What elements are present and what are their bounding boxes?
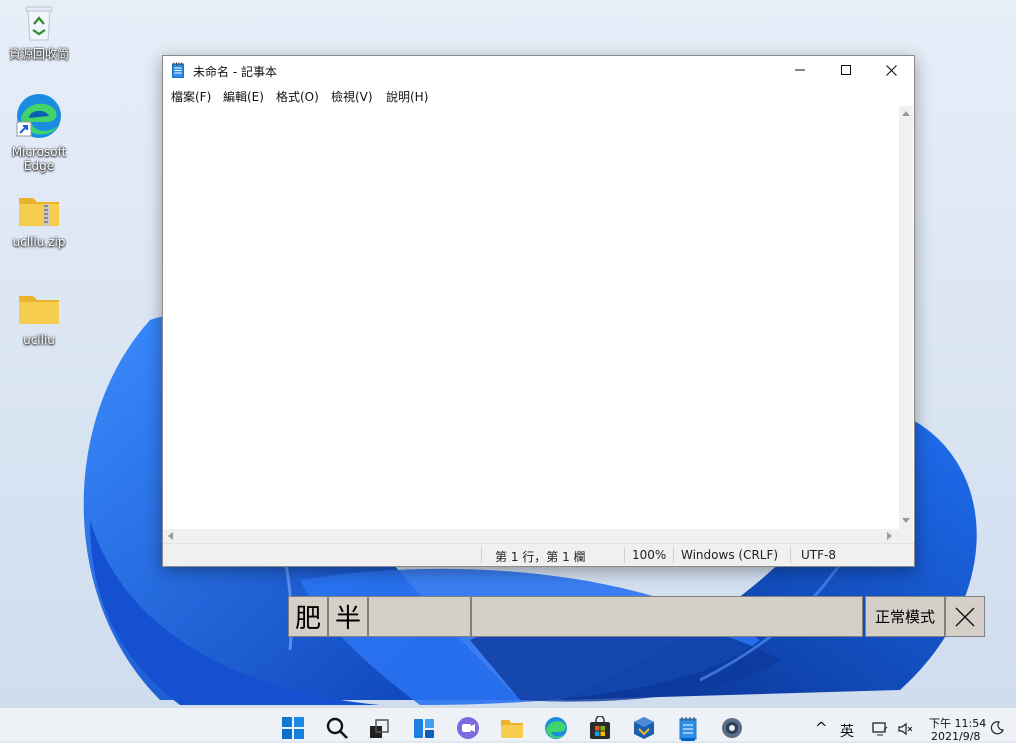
folder-icon — [1, 290, 77, 331]
menu-help[interactable]: 說明(H) — [386, 88, 428, 105]
title-bar[interactable]: 未命名 - 記事本 — [163, 56, 914, 84]
edge-icon[interactable] — [544, 716, 570, 742]
ime-close-button[interactable] — [945, 596, 985, 637]
close-button[interactable] — [868, 56, 914, 84]
scroll-up-icon[interactable] — [902, 111, 910, 116]
menu-bar: 檔案(F) 編輯(E) 格式(O) 檢視(V) 說明(H) — [163, 85, 914, 105]
input-language-indicator[interactable]: 英 — [840, 721, 854, 741]
volume-icon[interactable] — [897, 721, 913, 740]
scroll-right-icon[interactable] — [887, 532, 892, 540]
encoding: UTF-8 — [801, 548, 836, 562]
status-divider — [481, 547, 482, 563]
menu-edit[interactable]: 編輯(E) — [223, 88, 264, 105]
zip-folder-icon — [1, 192, 77, 233]
minimize-button[interactable] — [777, 56, 823, 84]
focus-assist-icon[interactable] — [990, 721, 1004, 738]
ime-width-button[interactable]: 半 — [328, 596, 368, 637]
scroll-left-icon[interactable] — [168, 532, 173, 540]
horizontal-scrollbar[interactable] — [163, 529, 899, 543]
close-icon — [885, 64, 897, 76]
desktop-icon-edge[interactable]: Microsoft Edge — [1, 92, 77, 173]
recycle-bin-icon — [1, 4, 77, 45]
virtualbox-icon[interactable] — [632, 716, 658, 742]
chat-icon[interactable] — [456, 716, 482, 742]
clock-date[interactable]: 2021/9/8 — [931, 730, 980, 743]
desktop-icon-uclliu-folder[interactable]: uclliu — [1, 290, 77, 347]
minimize-icon — [795, 69, 805, 71]
file-explorer-icon[interactable] — [500, 716, 526, 742]
text-editor[interactable] — [163, 106, 899, 529]
widgets-icon[interactable] — [412, 716, 438, 742]
taskbar: ^ 英 下午 11:54 2021/9/8 — [0, 707, 1016, 743]
menu-view[interactable]: 檢視(V) — [331, 88, 373, 105]
ime-toolbar: 肥 半 正常模式 — [288, 596, 985, 639]
start-icon[interactable] — [281, 716, 307, 742]
notepad-icon — [172, 62, 184, 78]
task-view-icon[interactable] — [367, 716, 393, 742]
maximize-button[interactable] — [823, 56, 869, 84]
vertical-scrollbar[interactable] — [899, 106, 913, 529]
ime-mode-label[interactable]: 正常模式 — [865, 596, 945, 637]
line-ending: Windows (CRLF) — [681, 548, 779, 562]
desktop-icon-label: 資源回收筒 — [8, 47, 69, 61]
maximize-icon — [841, 65, 851, 75]
clock-time[interactable]: 下午 11:54 — [929, 715, 986, 731]
search-icon[interactable] — [325, 716, 351, 742]
desktop-icon-label: Microsoft Edge — [11, 145, 67, 173]
menu-file[interactable]: 檔案(F) — [171, 88, 211, 105]
status-divider — [790, 547, 791, 563]
ime-mode-button[interactable]: 肥 — [288, 596, 328, 637]
status-divider — [673, 547, 674, 563]
desktop-icon-label: uclliu — [23, 333, 55, 347]
cursor-position: 第 1 行，第 1 欄 — [495, 550, 586, 564]
zoom-level: 100% — [632, 548, 667, 562]
settings-icon[interactable] — [720, 716, 746, 742]
ime-composition — [368, 596, 471, 637]
scroll-corner — [899, 529, 913, 543]
window-title: 未命名 - 記事本 — [193, 65, 277, 79]
close-icon — [955, 607, 975, 626]
scroll-down-icon[interactable] — [902, 518, 910, 523]
edge-icon — [1, 92, 77, 143]
status-bar: 第 1 行，第 1 欄 100% Windows (CRLF) UTF-8 — [163, 543, 914, 566]
desktop-icon-label: uclliu.zip — [12, 235, 66, 249]
desktop-icon-uclliu-zip[interactable]: uclliu.zip — [1, 192, 77, 249]
network-icon[interactable] — [872, 721, 888, 740]
tray-overflow-chevron[interactable]: ^ — [815, 719, 828, 737]
ime-candidates[interactable] — [471, 596, 863, 637]
notepad-window: 未命名 - 記事本 檔案(F) 編輯(E) 格式(O) 檢視(V) 說明(H) … — [162, 55, 915, 567]
menu-format[interactable]: 格式(O) — [276, 88, 319, 105]
status-divider — [624, 547, 625, 563]
desktop-icon-recycle-bin[interactable]: 資源回收筒 — [1, 4, 77, 61]
store-icon[interactable] — [588, 715, 614, 742]
